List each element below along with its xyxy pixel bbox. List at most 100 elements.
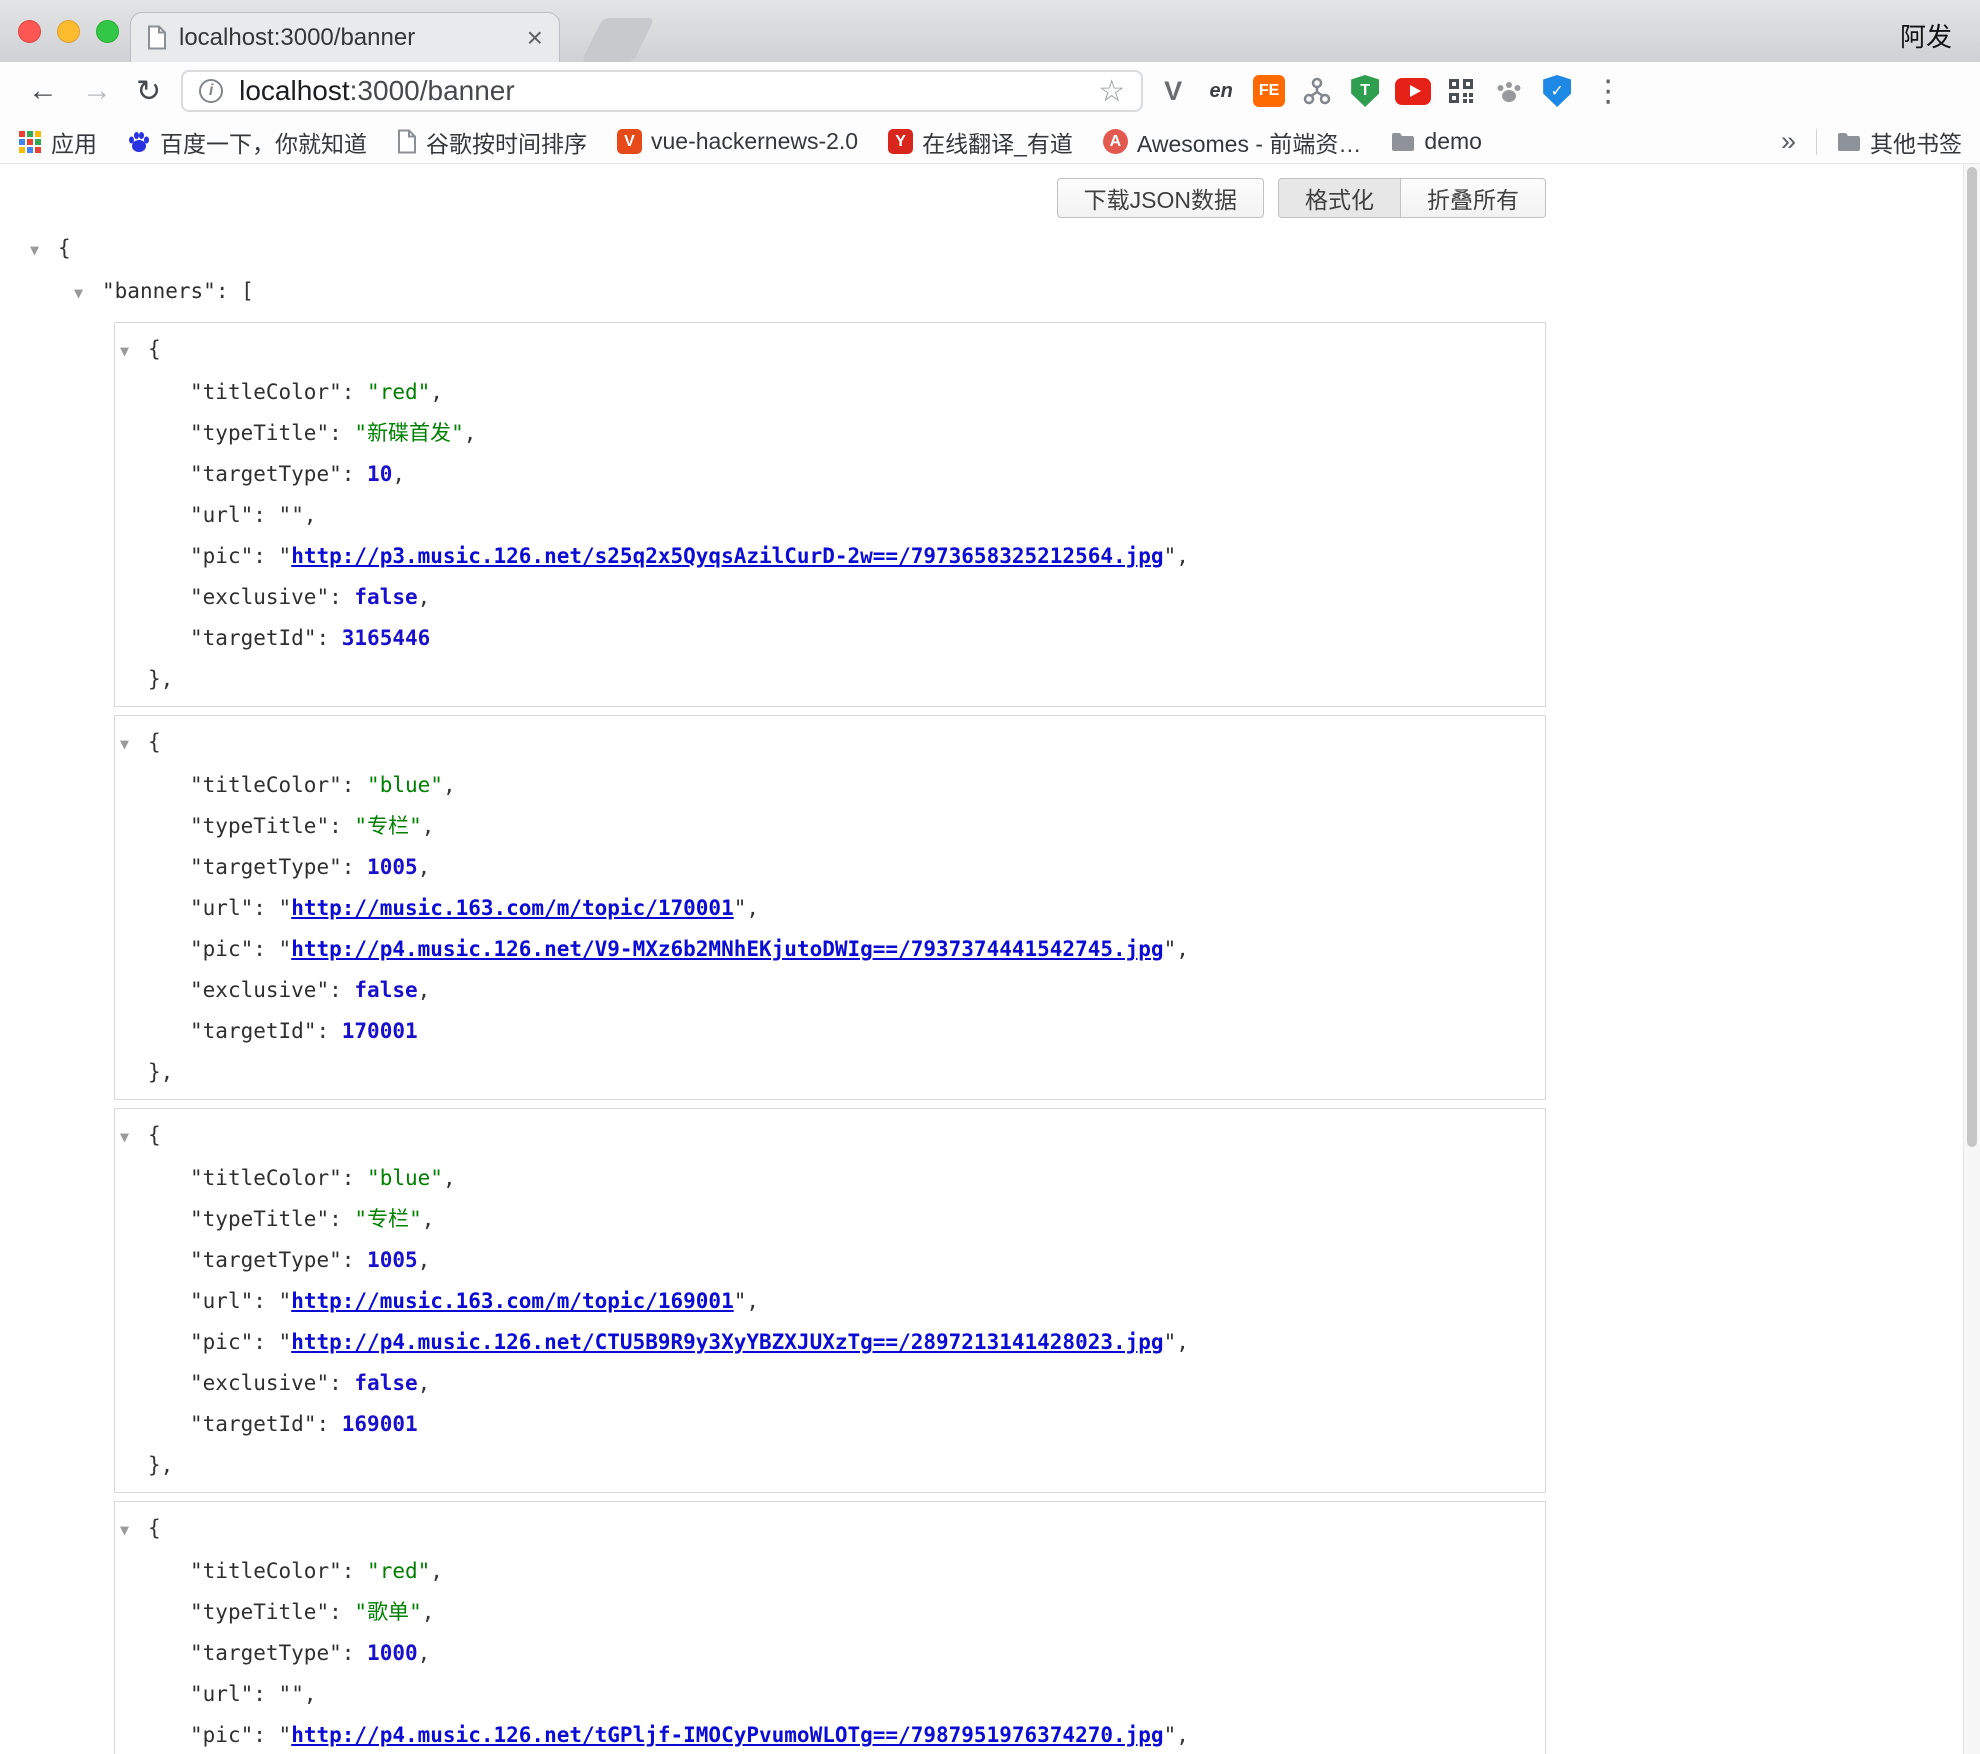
- json-url-link[interactable]: http://p4.music.126.net/CTU5B9R9y3XyYBZX…: [291, 1330, 1163, 1354]
- open-brace: {: [148, 1123, 161, 1147]
- translate-extension-icon[interactable]: en: [1203, 73, 1239, 109]
- forward-button[interactable]: →: [82, 74, 112, 108]
- json-url-link[interactable]: http://p4.music.126.net/V9-MXz6b2MNhEKju…: [291, 937, 1163, 961]
- quote: ": [279, 1723, 292, 1747]
- bookmark-vue-hackernews[interactable]: V vue-hackernews-2.0: [617, 128, 858, 155]
- comma: ,: [430, 1559, 443, 1583]
- qr-code-extension-icon[interactable]: [1443, 73, 1479, 109]
- collapse-toggle-icon[interactable]: ▼: [74, 273, 102, 314]
- json-field-line: targetType: 1005,: [115, 1240, 1545, 1281]
- paw-extension-icon[interactable]: [1491, 73, 1527, 109]
- format-button[interactable]: 格式化: [1278, 178, 1401, 218]
- json-field-line: url: "http://music.163.com/m/topic/16900…: [115, 1281, 1545, 1322]
- security-shield-extension-icon[interactable]: ✓: [1539, 73, 1575, 109]
- new-tab-button[interactable]: [581, 18, 654, 62]
- page-info-icon[interactable]: i: [199, 79, 223, 103]
- comma: ,: [418, 1248, 431, 1272]
- json-url-link[interactable]: http://music.163.com/m/topic/169001: [291, 1289, 734, 1313]
- colon: :: [253, 544, 278, 568]
- comma: ,: [418, 855, 431, 879]
- json-string-value: red: [367, 1559, 430, 1583]
- other-bookmarks-folder[interactable]: 其他书签: [1837, 125, 1962, 159]
- fe-extension-icon[interactable]: FE: [1251, 73, 1287, 109]
- maximize-window-button[interactable]: [96, 20, 119, 43]
- bookmark-awesomes[interactable]: A Awesomes - 前端资…: [1103, 125, 1362, 159]
- quote: ": [734, 896, 747, 920]
- tab-close-icon[interactable]: ×: [527, 22, 543, 54]
- collapse-all-button[interactable]: 折叠所有: [1401, 178, 1546, 218]
- bookmark-label: Awesomes - 前端资…: [1137, 125, 1362, 159]
- bookmark-star-icon[interactable]: ☆: [1098, 74, 1125, 109]
- json-key: exclusive: [190, 1371, 329, 1395]
- comma: ,: [418, 1641, 431, 1665]
- json-object-open-line: ▼{: [115, 1508, 1545, 1551]
- json-url-link[interactable]: http://p3.music.126.net/s25q2x5QyqsAzilC…: [291, 544, 1163, 568]
- comma: ,: [430, 380, 443, 404]
- folder-icon: [1837, 132, 1861, 152]
- colon: :: [316, 1412, 341, 1436]
- bookmark-demo-folder[interactable]: demo: [1391, 128, 1482, 155]
- json-number-value: 10: [367, 462, 392, 486]
- json-field-line: targetType: 1000,: [115, 1633, 1545, 1674]
- json-string-value: 专栏: [354, 1207, 421, 1231]
- view-mode-group: 格式化 折叠所有: [1278, 178, 1546, 218]
- bookmark-label: vue-hackernews-2.0: [651, 128, 858, 155]
- json-url-link[interactable]: http://music.163.com/m/topic/170001: [291, 896, 734, 920]
- banner-object-box: ▼{titleColor: red,typeTitle: 歌单,targetTy…: [114, 1501, 1546, 1754]
- vimium-extension-icon[interactable]: V: [1155, 73, 1191, 109]
- close-brace: },: [148, 1060, 173, 1084]
- json-field-line: targetType: 1005,: [115, 847, 1545, 888]
- colon: :: [342, 855, 367, 879]
- page-content: 下载JSON数据 格式化 折叠所有 ▼{ ▼banners: [ ▼{title…: [0, 164, 1980, 1754]
- colon: :: [316, 1019, 341, 1043]
- json-key: targetId: [190, 1019, 316, 1043]
- json-key: pic: [190, 1723, 253, 1747]
- browser-tab[interactable]: localhost:3000/banner ×: [130, 12, 560, 62]
- collapse-toggle-icon[interactable]: ▼: [120, 724, 148, 765]
- colon: :: [329, 1371, 354, 1395]
- json-field-line: typeTitle: 歌单,: [115, 1592, 1545, 1633]
- bookmark-apps[interactable]: 应用: [18, 125, 97, 159]
- reload-button[interactable]: ↻: [136, 74, 161, 109]
- bookmark-youdao-translate[interactable]: Y 在线翻译_有道: [888, 125, 1073, 159]
- back-button[interactable]: ←: [28, 74, 58, 108]
- bookmark-google-sort[interactable]: 谷歌按时间排序: [397, 125, 587, 159]
- download-json-button[interactable]: 下载JSON数据: [1057, 178, 1264, 218]
- url-text[interactable]: localhost:3000/banner: [239, 75, 1098, 107]
- bookmarks-separator: [1816, 129, 1817, 155]
- collapse-toggle-icon[interactable]: ▼: [120, 1117, 148, 1158]
- org-chart-extension-icon[interactable]: [1299, 73, 1335, 109]
- json-key: pic: [190, 937, 253, 961]
- collapse-toggle-icon[interactable]: ▼: [120, 1510, 148, 1551]
- json-key: typeTitle: [190, 814, 329, 838]
- json-number-value: 3165446: [342, 626, 431, 650]
- colon: :: [253, 1289, 278, 1313]
- bookmark-baidu[interactable]: 百度一下，你就知道: [127, 125, 367, 159]
- browser-profile-name[interactable]: 阿发: [1900, 17, 1952, 54]
- bookmarks-overflow-icon[interactable]: »: [1781, 126, 1796, 157]
- json-url-link[interactable]: http://p4.music.126.net/tGPljf-IMOCyPvum…: [291, 1723, 1163, 1747]
- browser-menu-icon[interactable]: ⋮: [1593, 74, 1623, 109]
- close-window-button[interactable]: [18, 20, 41, 43]
- collapse-toggle-icon[interactable]: ▼: [120, 331, 148, 372]
- tab-strip: localhost:3000/banner × 阿发: [0, 0, 1980, 62]
- bookmark-label: 谷歌按时间排序: [426, 125, 587, 159]
- json-field-line: targetId: 170001: [115, 1011, 1545, 1052]
- banner-object-box: ▼{titleColor: blue,typeTitle: 专栏,targetT…: [114, 715, 1546, 1100]
- comma: ,: [418, 585, 431, 609]
- minimize-window-button[interactable]: [57, 20, 80, 43]
- green-shield-extension-icon[interactable]: T: [1347, 73, 1383, 109]
- collapse-toggle-icon[interactable]: ▼: [30, 230, 58, 271]
- comma: ,: [304, 503, 317, 527]
- scrollbar-thumb[interactable]: [1967, 167, 1977, 1147]
- json-number-value: 170001: [342, 1019, 418, 1043]
- array-open: : [: [216, 279, 254, 303]
- json-string-value: blue: [367, 773, 443, 797]
- colon: :: [342, 1641, 367, 1665]
- json-number-value: 1005: [367, 1248, 418, 1272]
- json-key: targetId: [190, 626, 316, 650]
- comma: ,: [422, 1207, 435, 1231]
- address-bar[interactable]: i localhost:3000/banner ☆: [181, 70, 1143, 112]
- youtube-extension-icon[interactable]: [1395, 73, 1431, 109]
- colon: :: [342, 380, 367, 404]
